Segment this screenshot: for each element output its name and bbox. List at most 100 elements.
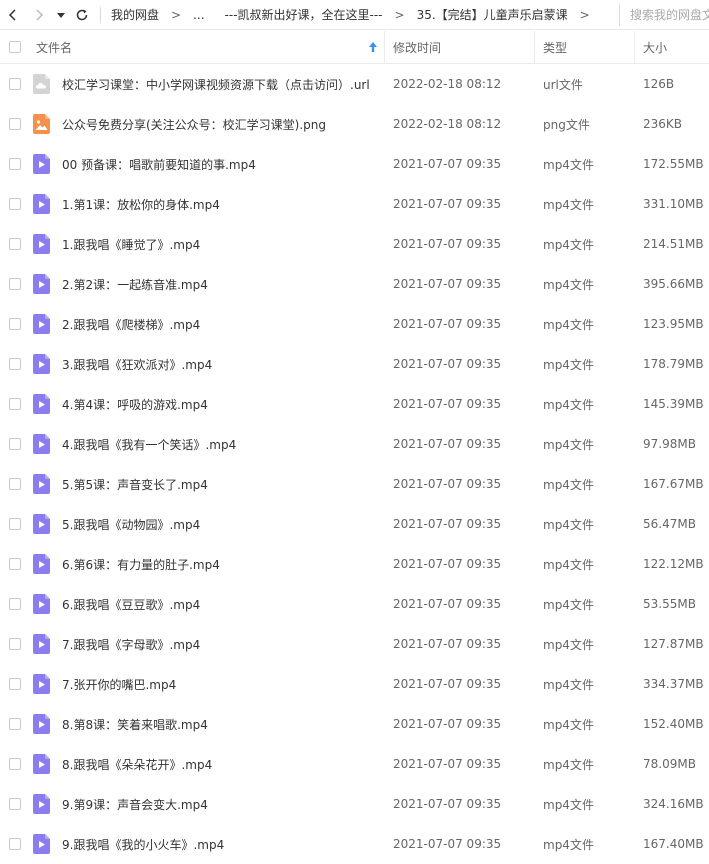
file-name[interactable]: 6.跟我唱《豆豆歌》.mp4 — [62, 596, 200, 613]
file-name-cell[interactable]: 1.跟我唱《睡觉了》.mp4 — [30, 234, 385, 254]
row-checkbox[interactable] — [9, 198, 21, 210]
file-name-cell[interactable]: 5.跟我唱《动物园》.mp4 — [30, 514, 385, 534]
file-name[interactable]: 2.跟我唱《爬楼梯》.mp4 — [62, 316, 200, 333]
file-name-cell[interactable]: 6.第6课：有力量的肚子.mp4 — [30, 554, 385, 574]
row-checkbox[interactable] — [9, 78, 21, 90]
file-name[interactable]: 00 预备课：唱歌前要知道的事.mp4 — [62, 156, 256, 173]
row-checkbox[interactable] — [9, 318, 21, 330]
forward-button[interactable] — [26, 0, 52, 30]
file-name[interactable]: 4.第4课：呼吸的游戏.mp4 — [62, 396, 208, 413]
refresh-button[interactable] — [70, 0, 94, 30]
row-checkbox[interactable] — [9, 678, 21, 690]
file-name-cell[interactable]: 6.跟我唱《豆豆歌》.mp4 — [30, 594, 385, 614]
row-checkbox[interactable] — [9, 758, 21, 770]
file-row[interactable]: 7.张开你的嘴巴.mp4 2021-07-07 09:35 mp4文件 334.… — [0, 664, 709, 704]
file-row[interactable]: 8.第8课：笑着来唱歌.mp4 2021-07-07 09:35 mp4文件 1… — [0, 704, 709, 744]
row-checkbox[interactable] — [9, 358, 21, 370]
file-row[interactable]: 9.第9课：声音会变大.mp4 2021-07-07 09:35 mp4文件 3… — [0, 784, 709, 824]
breadcrumb-current[interactable]: 35.【完结】儿童声乐启蒙课 — [413, 6, 572, 23]
file-name-cell[interactable]: 3.跟我唱《狂欢派对》.mp4 — [30, 354, 385, 374]
file-row[interactable]: 5.第5课：声音变长了.mp4 2021-07-07 09:35 mp4文件 1… — [0, 464, 709, 504]
row-checkbox[interactable] — [9, 598, 21, 610]
back-button[interactable] — [0, 0, 26, 30]
file-row[interactable]: 校汇学习课堂：中小学网课视频资源下载（点击访问）.url 2022-02-18 … — [0, 64, 709, 104]
row-checkbox-cell[interactable] — [0, 318, 30, 330]
row-checkbox[interactable] — [9, 398, 21, 410]
file-name[interactable]: 5.跟我唱《动物园》.mp4 — [62, 516, 200, 533]
row-checkbox[interactable] — [9, 158, 21, 170]
row-checkbox[interactable] — [9, 718, 21, 730]
column-header-type[interactable]: 类型 — [535, 30, 635, 64]
file-name-cell[interactable]: 8.跟我唱《朵朵花开》.mp4 — [30, 754, 385, 774]
file-name-cell[interactable]: 8.第8课：笑着来唱歌.mp4 — [30, 714, 385, 734]
file-row[interactable]: 7.跟我唱《字母歌》.mp4 2021-07-07 09:35 mp4文件 12… — [0, 624, 709, 664]
history-dropdown[interactable] — [52, 0, 70, 30]
file-row[interactable]: 1.第1课：放松你的身体.mp4 2021-07-07 09:35 mp4文件 … — [0, 184, 709, 224]
file-name-cell[interactable]: 4.第4课：呼吸的游戏.mp4 — [30, 394, 385, 414]
row-checkbox-cell[interactable] — [0, 398, 30, 410]
breadcrumb-item[interactable]: 我的网盘 — [107, 6, 163, 23]
file-name[interactable]: 校汇学习课堂：中小学网课视频资源下载（点击访问）.url — [62, 76, 370, 93]
row-checkbox[interactable] — [9, 238, 21, 250]
row-checkbox-cell[interactable] — [0, 558, 30, 570]
row-checkbox-cell[interactable] — [0, 638, 30, 650]
row-checkbox[interactable] — [9, 478, 21, 490]
breadcrumb-item[interactable]: ... — [189, 8, 208, 22]
file-name-cell[interactable]: 7.张开你的嘴巴.mp4 — [30, 674, 385, 694]
file-row[interactable]: 8.跟我唱《朵朵花开》.mp4 2021-07-07 09:35 mp4文件 7… — [0, 744, 709, 784]
file-name-cell[interactable]: 7.跟我唱《字母歌》.mp4 — [30, 634, 385, 654]
file-row[interactable]: 5.跟我唱《动物园》.mp4 2021-07-07 09:35 mp4文件 56… — [0, 504, 709, 544]
file-name-cell[interactable]: 1.第1课：放松你的身体.mp4 — [30, 194, 385, 214]
file-name[interactable]: 9.跟我唱《我的小火车》.mp4 — [62, 836, 224, 853]
column-header-size[interactable]: 大小 — [635, 31, 709, 64]
row-checkbox-cell[interactable] — [0, 78, 30, 90]
column-header-name[interactable]: 文件名 — [30, 30, 385, 64]
file-row[interactable]: 4.跟我唱《我有一个笑话》.mp4 2021-07-07 09:35 mp4文件… — [0, 424, 709, 464]
file-name[interactable]: 2.第2课：一起练音准.mp4 — [62, 276, 208, 293]
row-checkbox-cell[interactable] — [0, 358, 30, 370]
file-row[interactable]: 9.跟我唱《我的小火车》.mp4 2021-07-07 09:35 mp4文件 … — [0, 824, 709, 864]
row-checkbox-cell[interactable] — [0, 478, 30, 490]
file-name-cell[interactable]: 9.跟我唱《我的小火车》.mp4 — [30, 834, 385, 854]
file-row[interactable]: 1.跟我唱《睡觉了》.mp4 2021-07-07 09:35 mp4文件 21… — [0, 224, 709, 264]
row-checkbox[interactable] — [9, 838, 21, 850]
row-checkbox-cell[interactable] — [0, 758, 30, 770]
row-checkbox-cell[interactable] — [0, 718, 30, 730]
row-checkbox-cell[interactable] — [0, 438, 30, 450]
row-checkbox-cell[interactable] — [0, 798, 30, 810]
file-name[interactable]: 1.跟我唱《睡觉了》.mp4 — [62, 236, 200, 253]
file-name-cell[interactable]: 校汇学习课堂：中小学网课视频资源下载（点击访问）.url — [30, 74, 385, 94]
file-row[interactable]: 4.第4课：呼吸的游戏.mp4 2021-07-07 09:35 mp4文件 1… — [0, 384, 709, 424]
row-checkbox-cell[interactable] — [0, 598, 30, 610]
row-checkbox[interactable] — [9, 638, 21, 650]
row-checkbox[interactable] — [9, 438, 21, 450]
row-checkbox-cell[interactable] — [0, 198, 30, 210]
file-row[interactable]: 6.跟我唱《豆豆歌》.mp4 2021-07-07 09:35 mp4文件 53… — [0, 584, 709, 624]
file-name[interactable]: 8.第8课：笑着来唱歌.mp4 — [62, 716, 208, 733]
row-checkbox-cell[interactable] — [0, 118, 30, 130]
search-input[interactable] — [628, 7, 709, 23]
file-name-cell[interactable]: 公众号免费分享(关注公众号：校汇学习课堂).png — [30, 114, 385, 134]
row-checkbox-cell[interactable] — [0, 678, 30, 690]
breadcrumb-item[interactable]: ---凯叔新出好课，全在这里--- — [221, 6, 387, 23]
file-name[interactable]: 公众号免费分享(关注公众号：校汇学习课堂).png — [62, 116, 326, 133]
file-name-cell[interactable]: 5.第5课：声音变长了.mp4 — [30, 474, 385, 494]
row-checkbox-cell[interactable] — [0, 158, 30, 170]
file-name[interactable]: 6.第6课：有力量的肚子.mp4 — [62, 556, 220, 573]
file-row[interactable]: 2.第2课：一起练音准.mp4 2021-07-07 09:35 mp4文件 3… — [0, 264, 709, 304]
file-name[interactable]: 9.第9课：声音会变大.mp4 — [62, 796, 208, 813]
row-checkbox[interactable] — [9, 798, 21, 810]
file-name[interactable]: 4.跟我唱《我有一个笑话》.mp4 — [62, 436, 236, 453]
file-name-cell[interactable]: 00 预备课：唱歌前要知道的事.mp4 — [30, 154, 385, 174]
file-name-cell[interactable]: 4.跟我唱《我有一个笑话》.mp4 — [30, 434, 385, 454]
row-checkbox-cell[interactable] — [0, 238, 30, 250]
file-name-cell[interactable]: 2.跟我唱《爬楼梯》.mp4 — [30, 314, 385, 334]
file-name[interactable]: 5.第5课：声音变长了.mp4 — [62, 476, 208, 493]
select-all-checkbox[interactable] — [9, 41, 21, 53]
row-checkbox[interactable] — [9, 118, 21, 130]
file-name[interactable]: 1.第1课：放松你的身体.mp4 — [62, 196, 220, 213]
file-name[interactable]: 3.跟我唱《狂欢派对》.mp4 — [62, 356, 212, 373]
row-checkbox[interactable] — [9, 558, 21, 570]
file-name-cell[interactable]: 2.第2课：一起练音准.mp4 — [30, 274, 385, 294]
row-checkbox[interactable] — [9, 278, 21, 290]
